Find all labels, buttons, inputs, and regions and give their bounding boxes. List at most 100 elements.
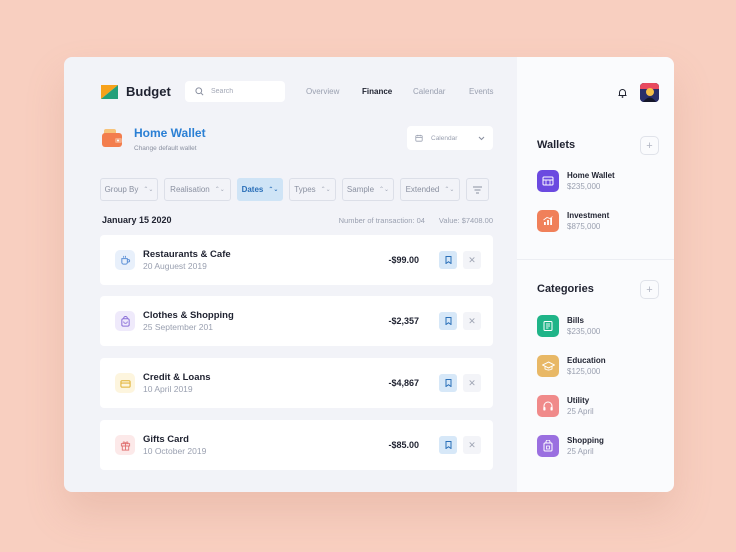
calendar-select-label: Calendar [431,134,458,142]
wallet-item[interactable]: Home Wallet $235,000 [537,170,615,192]
bookmark-button[interactable] [439,436,457,454]
wallet-name: Investment [567,211,610,220]
transaction-amount: -$4,867 [388,378,419,388]
nav-overview[interactable]: Overview [306,87,339,96]
bill-icon [537,315,559,337]
calendar-icon [415,134,423,142]
add-category-button[interactable]: + [640,280,659,299]
transaction-value: Value: $7408.00 [438,215,493,225]
sidebar: Wallets + Home Wallet $235,000 Investmen… [517,57,674,492]
wallet-title[interactable]: Home Wallet [134,126,206,140]
remove-button[interactable]: ✕ [463,374,481,392]
close-icon: ✕ [468,377,476,388]
close-icon: ✕ [468,315,476,326]
bookmark-icon [445,379,451,387]
sort-icon: ⌃⌄ [143,187,154,193]
filter-options-button[interactable] [466,178,489,201]
category-item[interactable]: Education $125,000 [537,355,606,377]
transaction-row[interactable]: Restaurants & Cafe 20 Auguest 2019 -$99.… [100,235,493,285]
wallet-value: $875,000 [567,222,601,231]
nav-finance[interactable]: Finance [362,87,392,96]
bookmark-icon [445,441,451,449]
category-name: Shopping [567,436,604,445]
close-icon: ✕ [468,254,476,265]
remove-button[interactable]: ✕ [463,312,481,330]
categories-title: Categories [537,283,594,295]
plus-icon: + [646,139,653,152]
category-item[interactable]: Bills $235,000 [537,315,600,337]
sort-icon: ⌃⌄ [379,187,390,193]
calendar-select[interactable]: Calendar [407,126,493,150]
category-item[interactable]: Shopping 25 April [537,435,604,457]
transaction-row[interactable]: Gifts Card 10 October 2019 -$85.00 ✕ [100,420,493,470]
card-icon [115,373,135,393]
transaction-name: Gifts Card [143,434,189,445]
sort-icon: ⌃⌄ [320,187,331,193]
wallet-name: Home Wallet [567,171,615,180]
change-wallet-link[interactable]: Change default wallet [134,145,206,152]
search-box[interactable] [185,81,285,102]
wallets-title: Wallets [537,139,576,151]
avatar[interactable] [640,83,659,102]
wallet-icon [537,170,559,192]
category-name: Education [567,356,606,365]
graduation-cap-icon [537,355,559,377]
plus-icon: + [646,283,653,296]
wallet-icon [102,129,122,147]
main-panel: Budget Overview Finance Calendar Events … [64,57,517,492]
transaction-amount: -$2,357 [388,316,419,326]
coffee-icon [115,250,135,270]
filter-realisation[interactable]: Realisation ⌃⌄ [164,178,231,201]
category-value: $125,000 [567,367,601,376]
headphones-icon [537,395,559,417]
transaction-name: Restaurants & Cafe [143,249,231,260]
logo[interactable]: Budget [101,84,171,99]
bookmark-icon [445,256,451,264]
shopping-icon [537,435,559,457]
remove-button[interactable]: ✕ [463,436,481,454]
remove-button[interactable]: ✕ [463,251,481,269]
summary-date: January 15 2020 [102,215,172,225]
nav-events[interactable]: Events [469,87,493,96]
category-item[interactable]: Utility 25 April [537,395,594,417]
filter-types[interactable]: Types ⌃⌄ [289,178,336,201]
transaction-amount: -$99.00 [388,255,419,265]
filter-bar: Group By ⌃⌄ Realisation ⌃⌄ Dates ⌃⌄ Types ⌃⌄… [100,178,489,201]
user-controls [618,83,659,102]
filter-label: Types [294,185,316,194]
wallet-header: Home Wallet Change default wallet [101,126,206,152]
transaction-date: 25 September 201 [143,322,213,332]
bag-icon [115,311,135,331]
search-input[interactable] [211,88,281,95]
transaction-row[interactable]: Clothes & Shopping 25 September 201 -$2,… [100,296,493,346]
transaction-date: 10 April 2019 [143,384,193,394]
transactions-summary: January 15 2020 Number of transaction: 0… [102,215,493,225]
bookmark-button[interactable] [439,374,457,392]
add-wallet-button[interactable]: + [640,136,659,155]
transaction-date: 20 Auguest 2019 [143,261,207,271]
category-value: $235,000 [567,327,601,336]
category-name: Bills [567,316,584,325]
wallet-item[interactable]: Investment $875,000 [537,210,609,232]
sort-icon: ⌃⌄ [268,187,279,193]
filter-extended[interactable]: Extended ⌃⌄ [400,178,460,201]
bookmark-button[interactable] [439,251,457,269]
gift-icon [115,435,135,455]
sort-icon: ⌃⌄ [214,187,225,193]
sort-icon: ⌃⌄ [444,187,455,193]
transaction-name: Credit & Loans [143,372,211,383]
transaction-row[interactable]: Credit & Loans 10 April 2019 -$4,867 ✕ [100,358,493,408]
app-window: Budget Overview Finance Calendar Events … [64,57,674,492]
bell-icon[interactable] [618,88,627,98]
filter-dates[interactable]: Dates ⌃⌄ [237,178,283,201]
filter-icon [473,186,482,193]
bookmark-icon [445,317,451,325]
filter-sample[interactable]: Sample ⌃⌄ [342,178,394,201]
nav-calendar[interactable]: Calendar [413,87,445,96]
app-name: Budget [126,84,171,99]
transaction-date: 10 October 2019 [143,446,207,456]
filter-label: Dates [241,185,264,194]
category-name: Utility [567,396,590,405]
filter-group-by[interactable]: Group By ⌃⌄ [100,178,158,201]
bookmark-button[interactable] [439,312,457,330]
